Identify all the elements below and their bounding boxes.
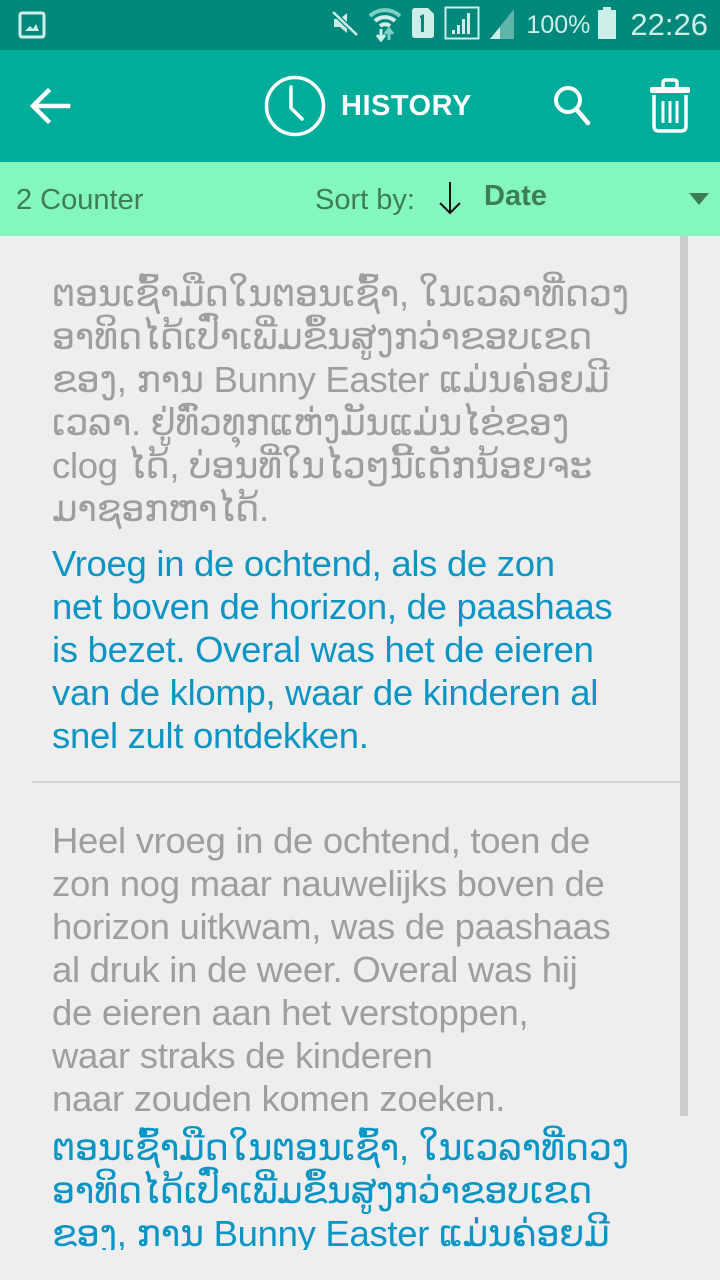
- text-line: ຕອນເຊົ້າມືດໃນຕອນເຊົ້າ, ໃນເວລາທີ່ດວງ: [52, 1127, 629, 1168]
- app-bar: HISTORY: [0, 50, 720, 162]
- history-item[interactable]: ຕອນເຊົ້າມືດໃນຕອນເຊົ້າ, ໃນເວລາທີ່ດວງ ອາທິ…: [0, 236, 720, 757]
- text-line: ຕອນເຊົ້າມືດໃນຕອນເຊົ້າ, ໃນເວລາທີ່ດວງ: [52, 273, 629, 314]
- sort-select[interactable]: Date: [484, 180, 547, 213]
- back-button[interactable]: [26, 84, 74, 128]
- search-icon: [554, 86, 591, 126]
- text-line: ອາທິດໄດ້ເປົ່າເພີ່ມຂຶ້ນສູງກວ່າຂອບເຂດ: [52, 1170, 592, 1211]
- scrollbar[interactable]: [680, 236, 688, 1116]
- text-line: ເວລາ. ຢູ່ທົ່ວທຸກແຫ່ງມັນແມ່ນໄຂ່ຂອງ: [52, 402, 570, 443]
- arrow-down-icon: [439, 182, 461, 215]
- clock-icon: [264, 75, 326, 137]
- text-line: naar zouden komen zoeken.: [52, 1078, 506, 1119]
- delete-all-button[interactable]: [648, 78, 692, 134]
- text-line: Heel vroeg in de ochtend, toen de: [52, 820, 590, 861]
- translated-text: ຕອນເຊົ້າມືດໃນຕອນເຊົ້າ, ໃນເວລາທີ່ດວງ ອາທິ…: [52, 1126, 680, 1255]
- arrow-left-icon: [29, 87, 71, 125]
- text-line: de eieren aan het verstoppen,: [52, 992, 529, 1033]
- text-line: waar straks de kinderen: [52, 1035, 433, 1076]
- text-line: van de klomp, waar de kinderen al: [52, 672, 599, 713]
- text-line: clog ໄດ້, ບ່ອນທີ່ໃນໄວໆນີ້ເດັກນ້ອຍຈະ: [52, 445, 593, 486]
- text-line: ຂອງ, ການ Bunny Easter ແມ່ນຄ່ອຍມີ: [52, 359, 610, 400]
- history-counter: 2 Counter: [16, 184, 144, 216]
- text-line: Vroeg in de ochtend, als de zon: [52, 543, 555, 584]
- clock-time: 22:26: [630, 7, 708, 42]
- text-line: snel zult ontdekken.: [52, 715, 369, 756]
- history-item[interactable]: Heel vroeg in de ochtend, toen de zon no…: [0, 783, 720, 1255]
- text-line: ອາທິດໄດ້ເປົ່າເພີ່ມຂຶ້ນສູງກວ່າຂອບເຂດ: [52, 316, 592, 357]
- text-line: ຂອງ, ການ Bunny Easter ແມ່ນຄ່ອຍມີ: [52, 1213, 610, 1254]
- text-line: al druk in de weer. Overal was hij: [52, 949, 578, 990]
- text-line: horizon uitkwam, was de paashaas: [52, 906, 611, 947]
- search-button[interactable]: [551, 83, 593, 129]
- source-text: Heel vroeg in de ochtend, toen de zon no…: [52, 819, 680, 1120]
- source-text: ຕອນເຊົ້າມືດໃນຕອນເຊົ້າ, ໃນເວລາທີ່ດວງ ອາທິ…: [52, 272, 680, 530]
- text-line: zon nog maar nauwelijks boven de: [52, 863, 605, 904]
- page-title: HISTORY: [264, 75, 472, 137]
- sim1-icon: [410, 7, 436, 44]
- sort-dropdown-caret[interactable]: [688, 192, 710, 206]
- text-line: is bezet. Overal was het de eieren: [52, 629, 594, 670]
- signal-sim1-icon: [444, 6, 480, 45]
- battery-icon: [598, 6, 617, 44]
- trash-icon: [650, 78, 690, 133]
- translated-text: Vroeg in de ochtend, als de zon net bove…: [52, 542, 680, 757]
- signal-sim2-icon: [488, 7, 516, 44]
- wifi-data-icon: [368, 4, 402, 47]
- history-list: ຕອນເຊົ້າມືດໃນຕອນເຊົ້າ, ໃນເວລາທີ່ດວງ ອາທິ…: [0, 236, 720, 1280]
- title-text: HISTORY: [341, 89, 472, 122]
- caret-down-icon: [689, 193, 709, 205]
- gallery-notification-icon: [18, 11, 46, 39]
- sort-direction-toggle[interactable]: [436, 180, 464, 216]
- text-line: ມາຊອກຫາໄດ້.: [52, 488, 269, 529]
- sort-label: Sort by:: [315, 184, 415, 216]
- sort-bar: 2 Counter Sort by: Date: [0, 162, 720, 236]
- status-bar: 100% 22:26: [0, 0, 720, 50]
- text-line: net boven de horizon, de paashaas: [52, 586, 613, 627]
- mute-icon: [330, 8, 360, 43]
- battery-percent: 100%: [526, 10, 591, 39]
- list-bottom-edge: [0, 1250, 720, 1280]
